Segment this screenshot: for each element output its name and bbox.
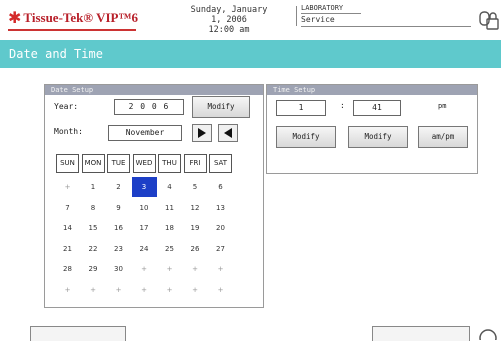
header-underline [301,26,471,27]
calendar-day[interactable]: 7 [55,198,80,218]
calendar-day[interactable]: 21 [55,239,80,259]
calendar-day[interactable]: 3 [131,177,157,197]
weekday-header: SUN [56,154,79,173]
calendar-empty-cell: + [115,285,122,294]
help-icon[interactable] [478,326,498,340]
date-setup-heading: Date Setup [45,85,263,95]
minute-field[interactable]: 41 [353,100,401,116]
clock-time: 12:00 am [208,25,250,35]
header-divider [296,6,297,26]
ampm-indicator: pm [438,102,447,110]
arrow-left-icon [224,128,232,138]
hour-modify-button[interactable]: Modify [276,126,336,148]
calendar-empty-cell: + [141,265,147,273]
weekday-header: MON [81,154,105,173]
app-logo: ✱ Tissue-Tek® VIP™6 [8,8,138,28]
calendar-day[interactable]: 22 [81,239,106,259]
calendar-day[interactable]: 4 [157,177,182,197]
calendar-empty-cell: + [141,285,147,294]
calendar-day[interactable]: 10 [132,198,157,218]
weekday-header: THU [158,154,181,173]
clock-date: Sunday, January 1, 2006 [190,5,268,25]
calendar-day[interactable]: 12 [183,198,208,218]
calendar-day[interactable]: 8 [81,198,106,218]
weekday-header: TUE [107,154,130,173]
calendar-day[interactable]: 27 [208,239,233,259]
calendar-empty-cell: + [192,285,198,294]
calendar-day[interactable]: 14 [55,218,80,238]
year-modify-button[interactable]: Modify [192,96,250,118]
calendar-day[interactable]: 17 [132,218,157,238]
calendar-day[interactable]: 25 [157,239,182,259]
calendar-day[interactable]: 15 [81,218,106,238]
star-logo-icon: ✱ [8,8,22,27]
calendar-day[interactable]: 13 [208,198,233,218]
calendar-day[interactable]: 1 [81,177,106,197]
calendar-day[interactable]: 16 [106,218,131,238]
weekday-header: SAT [209,154,232,173]
clock-display: Sunday, January 1, 2006 12:00 am [184,5,274,35]
access-level-label: LABORATORY [301,4,344,12]
calendar-day[interactable]: 18 [157,218,182,238]
calendar-day[interactable]: 23 [106,239,131,259]
calendar-empty-cell: + [192,265,198,273]
calendar-empty-cell: + [64,183,71,191]
user-role-label: Service [301,15,335,24]
calendar-day[interactable]: 29 [81,259,106,279]
previous-month-button[interactable] [218,124,238,142]
hour-field[interactable]: 1 [276,100,326,116]
time-separator: : [340,101,345,110]
calendar-empty-cell: + [64,285,71,294]
calendar-day[interactable]: 5 [183,177,208,197]
month-label: Month: [54,127,83,136]
year-label: Year: [54,102,79,111]
arrow-right-icon [198,128,206,138]
logo-underline [8,29,136,31]
calendar-day[interactable]: 30 [106,259,131,279]
calendar-day[interactable]: 26 [183,239,208,259]
calendar-empty-cell: + [166,265,173,273]
weekday-header: FRI [183,154,207,173]
access-divider [301,13,361,14]
time-setup-heading: Time Setup [267,85,477,95]
calendar-empty-cell: + [217,265,224,273]
calendar-day[interactable]: 20 [208,218,233,238]
weekday-header: WED [132,154,156,173]
calendar-empty-cell: + [166,285,173,294]
calendar-empty-cell: + [90,285,96,294]
calendar-day[interactable]: 11 [157,198,182,218]
ampm-toggle-button[interactable]: am/pm [418,126,468,148]
month-field[interactable]: November [108,125,182,141]
calendar-empty-cell: + [217,285,224,294]
calendar-day[interactable]: 24 [132,239,157,259]
brand-name: Tissue-Tek® VIP™6 [23,10,138,25]
minute-modify-button[interactable]: Modify [348,126,408,148]
calendar-day[interactable]: 19 [183,218,208,238]
next-month-button[interactable] [192,124,212,142]
calendar-day[interactable]: 28 [55,259,80,279]
page-title: Date and Time [9,47,103,61]
calendar-day[interactable]: 6 [208,177,233,197]
calendar-day[interactable]: 9 [106,198,131,218]
user-lock-icon[interactable] [478,8,500,32]
year-field[interactable]: 2 0 0 6 [114,99,184,115]
calendar-day[interactable]: 2 [106,177,131,197]
